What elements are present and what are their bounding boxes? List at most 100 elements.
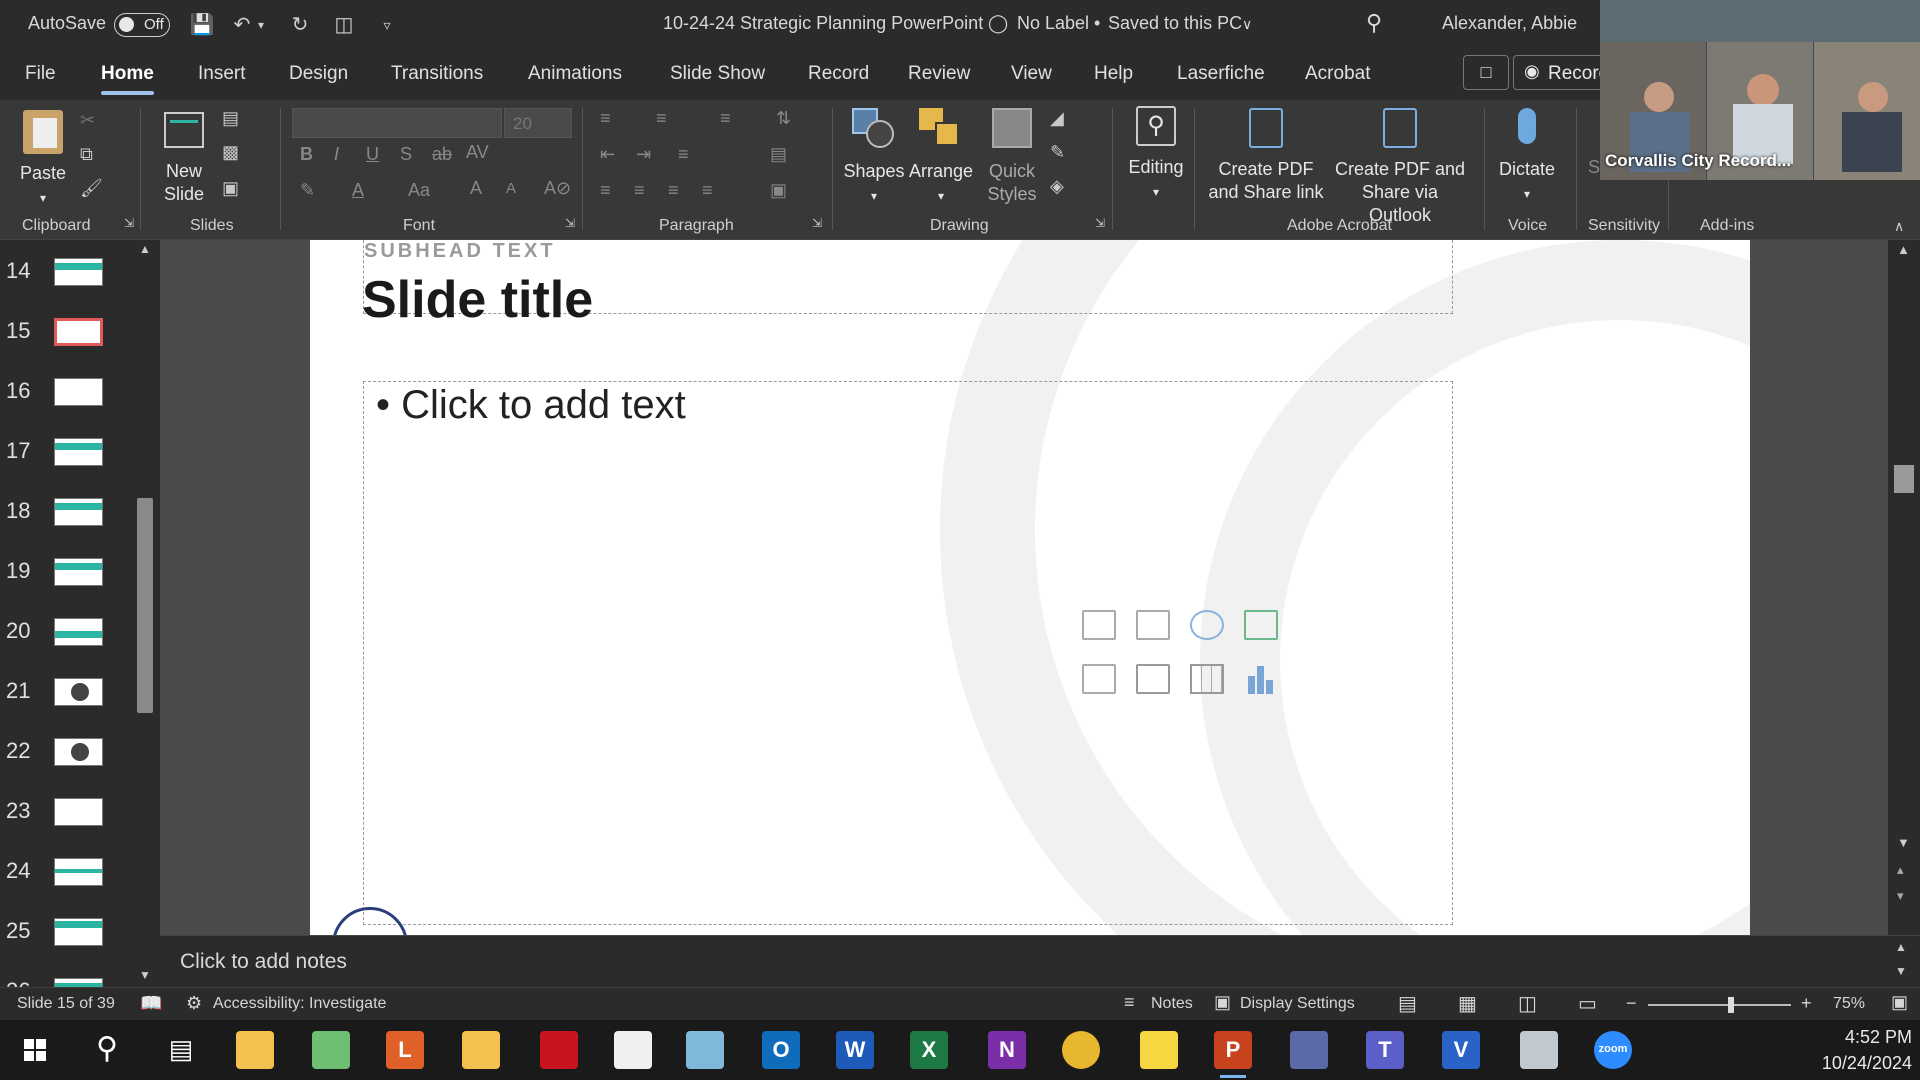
save-icon[interactable]: 💾	[187, 10, 217, 40]
strikethrough-icon[interactable]: ab	[432, 144, 452, 165]
zoom-icon[interactable]: zoom	[1594, 1031, 1632, 1069]
scroll-down-icon[interactable]: ▼	[1895, 964, 1907, 978]
teams-icon[interactable]: T	[1366, 1031, 1404, 1069]
paste-button[interactable]: Paste ▾	[18, 106, 68, 216]
slide-thumbnail[interactable]: 14	[0, 248, 134, 308]
laserfiche-icon[interactable]: L	[386, 1031, 424, 1069]
sticky-notes-icon[interactable]	[1140, 1031, 1178, 1069]
slide-thumbnail[interactable]: 24	[0, 848, 134, 908]
tab-review[interactable]: Review	[908, 63, 970, 85]
dictate-button[interactable]: Dictate ▾	[1492, 106, 1562, 216]
scroll-down-icon[interactable]: ▼	[1897, 835, 1910, 850]
increase-font-icon[interactable]: A	[470, 178, 482, 199]
new-slide-button[interactable]: New Slide	[148, 106, 220, 216]
slide-thumbnail[interactable]: 23	[0, 788, 134, 848]
reset-icon[interactable]: ▩	[222, 142, 239, 163]
tab-acrobat[interactable]: Acrobat	[1305, 63, 1370, 85]
change-case-icon[interactable]: Aa	[408, 180, 430, 201]
align-left-icon[interactable]: ≡	[600, 180, 611, 201]
slide-thumbnail[interactable]: 18	[0, 488, 134, 548]
powerpoint-icon[interactable]: P	[1214, 1031, 1252, 1078]
slide-thumbnail[interactable]: 20	[0, 608, 134, 668]
shapes-button[interactable]: Shapes ▾	[842, 106, 906, 216]
tab-slide-show[interactable]: Slide Show	[670, 63, 765, 85]
slide-thumbnail[interactable]: 19	[0, 548, 134, 608]
present-icon[interactable]: ◫	[329, 10, 359, 40]
accessibility-status[interactable]: Accessibility: Investigate	[213, 995, 386, 1013]
notepad-icon[interactable]	[614, 1031, 652, 1069]
acrobat-icon[interactable]	[540, 1031, 578, 1069]
display-settings-button[interactable]: Display Settings	[1240, 995, 1355, 1013]
columns-icon[interactable]: ≡	[678, 144, 689, 165]
spelling-icon[interactable]: 📖	[140, 993, 162, 1014]
app-gray-icon[interactable]	[1520, 1031, 1558, 1069]
content-placeholder-text[interactable]: • Click to add text	[376, 383, 686, 428]
tab-view[interactable]: View	[1011, 63, 1052, 85]
comments-button[interactable]: □	[1463, 55, 1509, 90]
shadow-icon[interactable]: S	[400, 144, 412, 165]
visio-icon[interactable]: V	[1442, 1031, 1480, 1069]
decrease-indent-icon[interactable]: ⇤	[600, 144, 615, 165]
decrease-font-icon[interactable]: A	[506, 180, 516, 197]
layout-icon[interactable]: ▤	[222, 108, 239, 129]
arrange-button[interactable]: Arrange ▾	[908, 106, 974, 216]
shape-effects-icon[interactable]: ◈	[1050, 176, 1064, 197]
scrollbar-thumb[interactable]	[137, 498, 153, 713]
tab-file[interactable]: File	[25, 63, 56, 85]
clear-formatting-icon[interactable]: A⊘	[544, 178, 571, 199]
scrollbar-thumb[interactable]	[1894, 465, 1914, 493]
tab-laserfiche[interactable]: Laserfiche	[1177, 63, 1265, 85]
start-button[interactable]	[16, 1031, 54, 1069]
thumbnail-scrollbar[interactable]: ▲ ▼	[134, 240, 156, 987]
tab-design[interactable]: Design	[289, 63, 348, 85]
numbering-icon[interactable]: ≡	[656, 108, 667, 129]
file-explorer-icon[interactable]	[236, 1031, 274, 1069]
underline-icon[interactable]: U	[366, 144, 379, 165]
character-spacing-icon[interactable]: AV	[466, 142, 489, 163]
onenote-icon[interactable]: N	[988, 1031, 1026, 1069]
video-overlay[interactable]: Corvallis City Record...	[1600, 0, 1920, 180]
app-blue-icon[interactable]	[686, 1031, 724, 1069]
chevron-down-icon[interactable]: ∨	[1242, 16, 1252, 33]
text-direction-icon[interactable]: ⇅	[776, 108, 791, 129]
zoom-in-icon[interactable]: +	[1801, 993, 1812, 1014]
copy-icon[interactable]: ⧉	[80, 144, 93, 165]
paragraph-launcher-icon[interactable]: ⇲	[812, 216, 822, 230]
slide-title[interactable]: Slide title	[362, 270, 593, 330]
bold-icon[interactable]: B	[300, 144, 313, 165]
clipboard-launcher-icon[interactable]: ⇲	[124, 216, 134, 230]
highlight-icon[interactable]: ✎	[300, 180, 315, 201]
tab-transitions[interactable]: Transitions	[391, 63, 483, 85]
smartart-icon[interactable]: ▣	[770, 180, 787, 201]
slide-sorter-icon[interactable]: ▦	[1458, 991, 1477, 1016]
files-icon[interactable]	[462, 1031, 500, 1069]
content-placeholder[interactable]	[363, 381, 1453, 925]
outlook-icon[interactable]: O	[762, 1031, 800, 1069]
zoom-slider[interactable]	[1648, 997, 1791, 1013]
collapse-ribbon-icon[interactable]: ∧	[1894, 218, 1904, 235]
italic-icon[interactable]: I	[334, 144, 339, 165]
search-icon[interactable]: ⚲	[88, 1031, 126, 1069]
tab-insert[interactable]: Insert	[198, 63, 246, 85]
insert-chart-icon[interactable]	[1244, 664, 1278, 694]
next-slide-icon[interactable]: ▾	[1897, 888, 1904, 904]
zoom-out-icon[interactable]: −	[1626, 993, 1637, 1014]
user-name[interactable]: Alexander, Abbie	[1442, 13, 1577, 34]
slide[interactable]: SUBHEAD TEXT Slide title • Click to add …	[310, 240, 1750, 935]
system-clock[interactable]: 4:52 PM 10/24/2024	[1812, 1024, 1912, 1076]
notes-icon[interactable]: ≡	[1124, 992, 1135, 1013]
align-right-icon[interactable]: ≡	[668, 180, 679, 201]
search-icon[interactable]: ⚲	[1366, 10, 1382, 36]
notes-pane[interactable]: Click to add notes ▲ ▼	[160, 935, 1920, 987]
normal-view-icon[interactable]: ▤	[1398, 991, 1417, 1016]
quick-styles-button[interactable]: Quick Styles	[976, 106, 1048, 216]
slide-thumbnail-selected[interactable]: 15	[0, 308, 134, 368]
slide-thumbnail[interactable]: 17	[0, 428, 134, 488]
editing-button[interactable]: ⚲ Editing ▾	[1120, 104, 1192, 214]
autosave-toggle[interactable]: Off	[114, 13, 170, 37]
align-text-icon[interactable]: ▤	[770, 144, 787, 165]
shape-fill-icon[interactable]: ◢	[1050, 108, 1064, 129]
insert-table-icon[interactable]	[1190, 664, 1224, 694]
slide-thumbnail[interactable]: 25	[0, 908, 134, 968]
slide-show-icon[interactable]: ▭	[1578, 991, 1597, 1016]
